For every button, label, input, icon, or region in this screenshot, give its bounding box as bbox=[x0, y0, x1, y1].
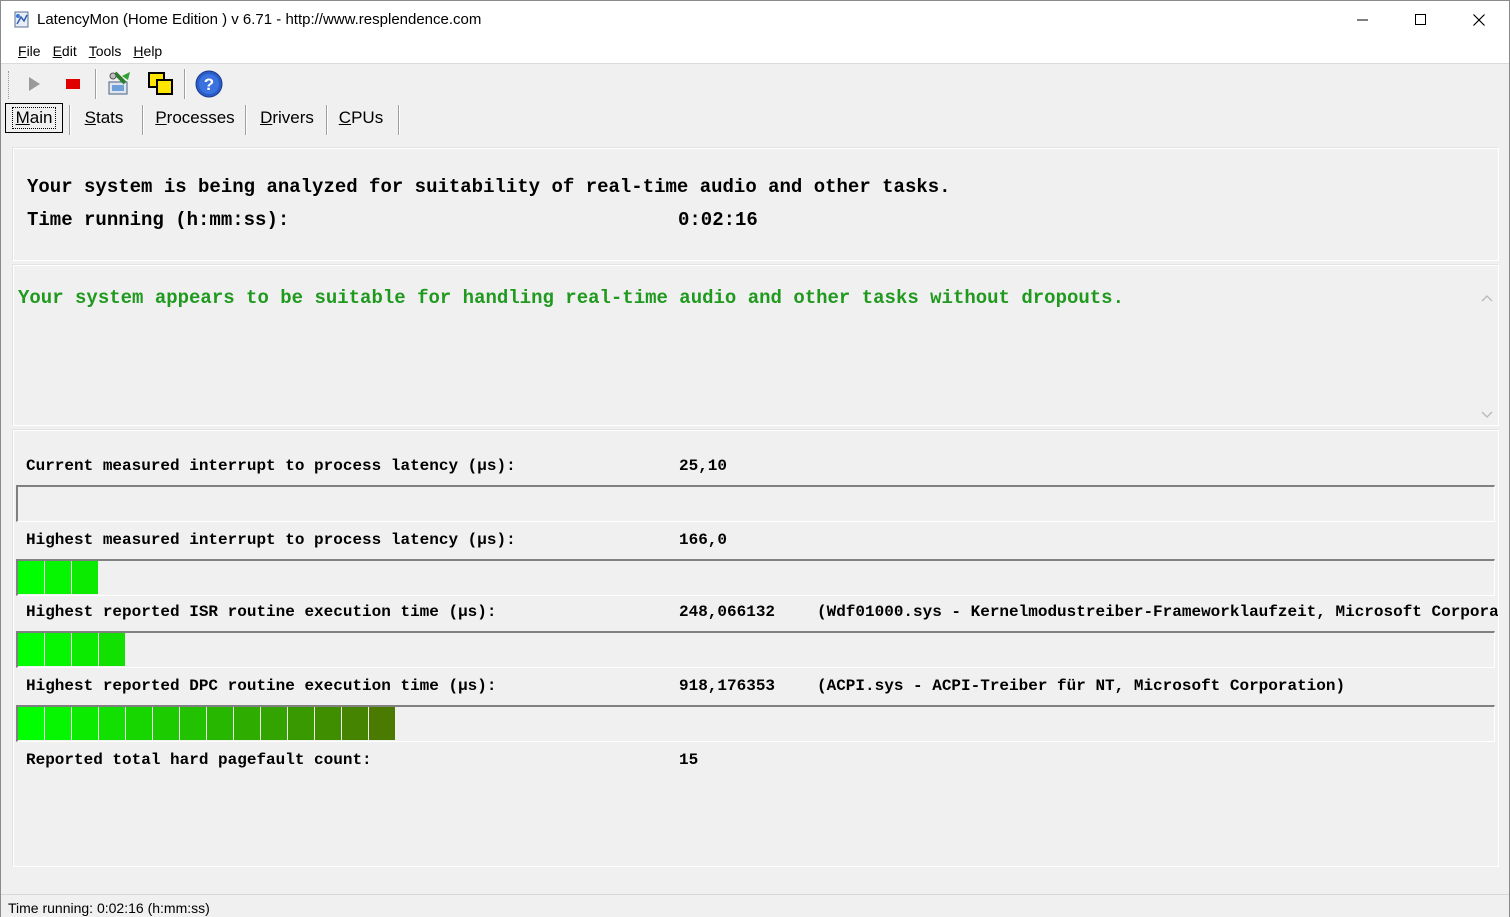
pagefault-value: 15 bbox=[679, 751, 699, 769]
current-latency-value: 25,10 bbox=[679, 457, 728, 475]
bar-segment bbox=[18, 561, 44, 594]
tab-stats[interactable]: Stats bbox=[73, 103, 135, 133]
status-bar: Time running: 0:02:16 (h:mm:ss) bbox=[1, 894, 1509, 917]
play-icon bbox=[29, 77, 40, 91]
bar-segment bbox=[369, 707, 395, 740]
current-latency-label: Current measured interrupt to process la… bbox=[26, 457, 516, 475]
isr-time-bar bbox=[16, 631, 1495, 668]
bar-segment bbox=[234, 707, 260, 740]
bar-segment bbox=[45, 707, 71, 740]
window-title: LatencyMon (Home Edition ) v 6.71 - http… bbox=[37, 11, 482, 28]
minimize-icon bbox=[1357, 19, 1368, 21]
analyzing-text: Your system is being analyzed for suitab… bbox=[27, 176, 951, 198]
bar-segment bbox=[72, 561, 98, 594]
app-icon bbox=[14, 11, 29, 28]
tab-cpus[interactable]: C PUs bbox=[330, 103, 392, 133]
close-button[interactable] bbox=[1450, 1, 1508, 39]
tab-drivers[interactable]: Drivers bbox=[249, 103, 325, 133]
tab-bar: Main Stats Processes Drivers C PUs bbox=[1, 103, 1509, 135]
isr-time-value: 248,066132 bbox=[679, 603, 776, 621]
isr-time-label: Highest reported ISR routine execution t… bbox=[26, 603, 497, 621]
tab-processes[interactable]: Processes bbox=[146, 103, 244, 133]
tab-separator bbox=[398, 105, 400, 135]
bar-segment bbox=[207, 707, 233, 740]
menu-file[interactable]: File bbox=[18, 43, 41, 59]
bar-segment bbox=[180, 707, 206, 740]
toolbar-separator bbox=[184, 69, 186, 99]
highest-latency-bar bbox=[16, 559, 1495, 596]
close-icon bbox=[1473, 14, 1485, 26]
latencymon-window: LatencyMon (Home Edition ) v 6.71 - http… bbox=[0, 0, 1510, 917]
stop-icon bbox=[66, 79, 80, 89]
maximize-icon bbox=[1415, 14, 1426, 25]
menu-edit[interactable]: Edit bbox=[53, 43, 77, 59]
bar-segment bbox=[342, 707, 368, 740]
tab-separator bbox=[245, 105, 247, 135]
svg-text:?: ? bbox=[204, 75, 214, 94]
help-icon: ? bbox=[195, 70, 223, 98]
menu-help[interactable]: Help bbox=[133, 43, 162, 59]
bar-segment bbox=[261, 707, 287, 740]
dpc-time-label: Highest reported DPC routine execution t… bbox=[26, 677, 497, 695]
bar-segment bbox=[99, 633, 125, 666]
scroll-up-icon[interactable] bbox=[1479, 292, 1495, 306]
stop-button[interactable] bbox=[58, 69, 88, 99]
tab-separator bbox=[69, 105, 71, 135]
tab-main[interactable]: Main bbox=[5, 103, 63, 133]
time-running-value: 0:02:16 bbox=[678, 209, 758, 231]
isr-driver-info: (Wdf01000.sys - Kernelmodustreiber-Frame… bbox=[817, 603, 1498, 621]
bar-segment bbox=[72, 707, 98, 740]
tab-separator bbox=[326, 105, 328, 135]
menu-tools[interactable]: Tools bbox=[89, 43, 122, 59]
bar-segment bbox=[45, 633, 71, 666]
bar-segment bbox=[288, 707, 314, 740]
status-text: Time running: 0:02:16 (h:mm:ss) bbox=[8, 900, 210, 916]
verdict-text: Your system appears to be suitable for h… bbox=[18, 287, 1124, 309]
minimize-button[interactable] bbox=[1334, 1, 1392, 39]
bar-segment bbox=[72, 633, 98, 666]
scroll-down-icon[interactable] bbox=[1479, 407, 1495, 421]
help-button[interactable]: ? bbox=[194, 69, 224, 99]
highest-latency-value: 166,0 bbox=[679, 531, 728, 549]
bar-segment bbox=[315, 707, 341, 740]
dpc-time-value: 918,176353 bbox=[679, 677, 776, 695]
copy-button[interactable] bbox=[146, 69, 176, 99]
bar-segment bbox=[18, 707, 44, 740]
pagefault-label: Reported total hard pagefault count: bbox=[26, 751, 372, 769]
menu-bar: File Edit Tools Help bbox=[1, 39, 1509, 64]
highest-latency-label: Highest measured interrupt to process la… bbox=[26, 531, 516, 549]
summary-panel bbox=[12, 147, 1499, 261]
start-button[interactable] bbox=[19, 69, 49, 99]
bar-segment bbox=[126, 707, 152, 740]
dpc-driver-info: (ACPI.sys - ACPI-Treiber für NT, Microso… bbox=[817, 677, 1346, 695]
bar-segment bbox=[45, 561, 71, 594]
copy-windows-icon bbox=[148, 72, 173, 95]
bar-segment bbox=[153, 707, 179, 740]
tab-separator bbox=[142, 105, 144, 135]
toolbar-separator bbox=[95, 69, 97, 99]
bar-segment bbox=[18, 633, 44, 666]
time-running-label: Time running (h:mm:ss): bbox=[27, 209, 290, 231]
maximize-button[interactable] bbox=[1392, 1, 1450, 39]
analyze-button[interactable] bbox=[105, 69, 135, 99]
toolbar: ? bbox=[1, 65, 1509, 103]
current-latency-bar bbox=[16, 485, 1495, 522]
title-bar[interactable]: LatencyMon (Home Edition ) v 6.71 - http… bbox=[1, 1, 1509, 39]
dpc-time-bar bbox=[16, 705, 1495, 742]
analyze-icon bbox=[108, 71, 130, 95]
bar-segment bbox=[99, 707, 125, 740]
toolbar-grip[interactable] bbox=[8, 71, 11, 99]
